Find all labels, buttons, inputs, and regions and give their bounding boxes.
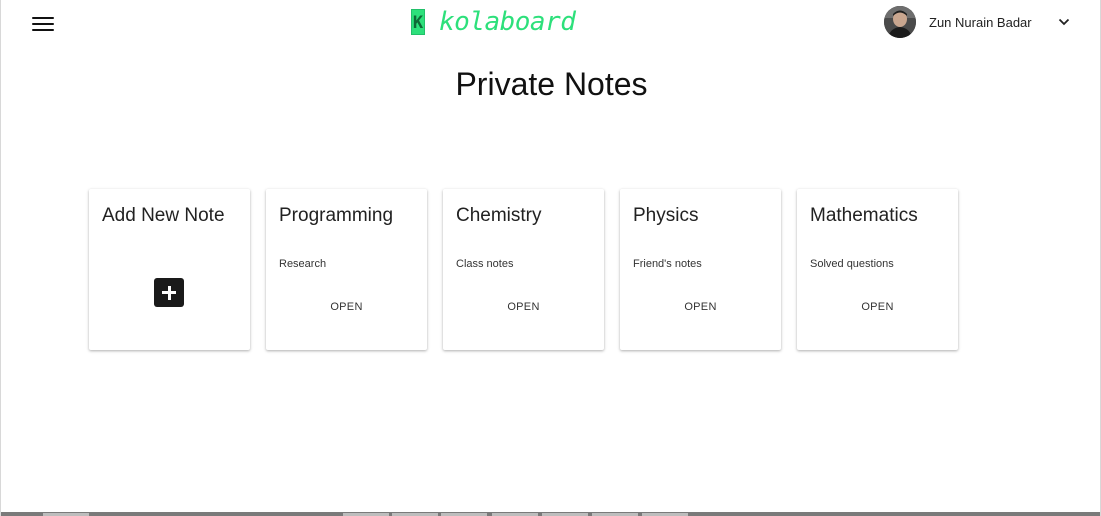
open-note-button[interactable]: OPEN: [797, 301, 958, 313]
note-card-mathematics[interactable]: Mathematics Solved questions OPEN: [797, 189, 958, 350]
note-card-chemistry[interactable]: Chemistry Class notes OPEN: [443, 189, 604, 350]
note-subtitle: Solved questions: [810, 258, 894, 270]
open-note-button[interactable]: OPEN: [620, 301, 781, 313]
add-note-plus-icon[interactable]: [154, 278, 184, 307]
add-note-title: Add New Note: [102, 205, 225, 226]
note-title: Programming: [279, 205, 394, 226]
notes-grid: Add New Note Programming Research OPEN C…: [89, 189, 958, 350]
note-title: Mathematics: [810, 205, 918, 226]
note-subtitle: Class notes: [456, 258, 514, 270]
note-card-programming[interactable]: Programming Research OPEN: [266, 189, 427, 350]
logo-text: kolaboard: [439, 7, 576, 37]
app-logo[interactable]: K kolaboard: [411, 5, 576, 39]
note-subtitle: Research: [279, 258, 327, 270]
user-menu[interactable]: Zun Nurain Badar: [884, 6, 1070, 38]
add-note-card[interactable]: Add New Note: [89, 189, 250, 350]
open-note-button[interactable]: OPEN: [266, 301, 427, 313]
avatar[interactable]: [884, 6, 916, 38]
logo-mark-icon: K: [411, 9, 425, 35]
chevron-down-icon[interactable]: [1058, 16, 1070, 28]
app-page: K kolaboard Zun Nurain Badar Private Not…: [0, 0, 1101, 516]
user-name[interactable]: Zun Nurain Badar: [929, 15, 1032, 30]
note-title: Physics: [633, 205, 699, 226]
bottom-taskbar: [1, 512, 1100, 516]
open-note-button[interactable]: OPEN: [443, 301, 604, 313]
note-card-physics[interactable]: Physics Friend's notes OPEN: [620, 189, 781, 350]
note-title: Chemistry: [456, 205, 542, 226]
hamburger-menu-icon[interactable]: [32, 15, 54, 33]
note-subtitle: Friend's notes: [633, 258, 702, 270]
page-title: Private Notes: [455, 66, 648, 102]
